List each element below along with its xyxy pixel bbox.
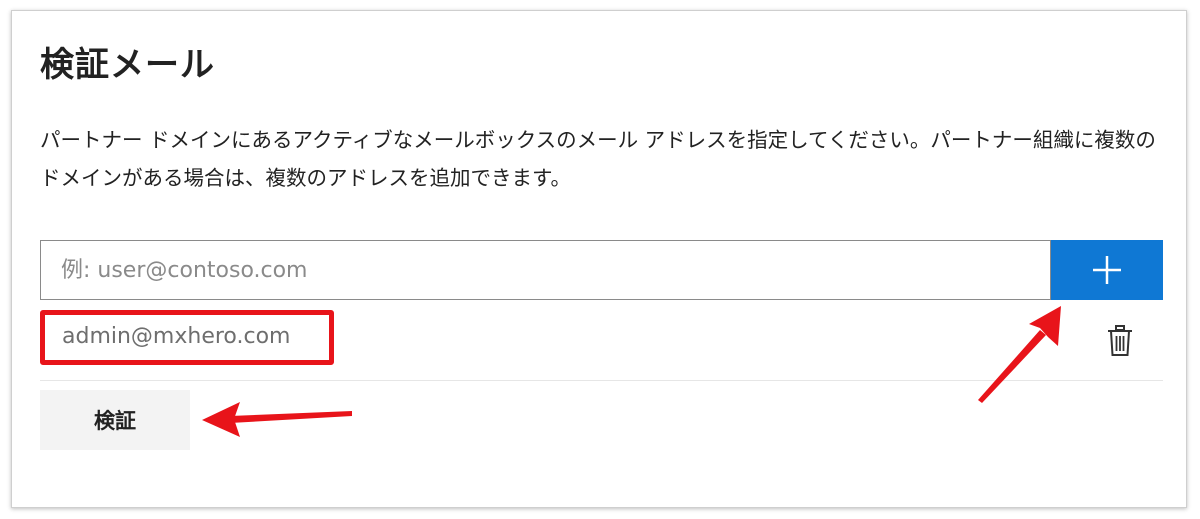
trash-icon	[1108, 325, 1132, 356]
add-email-button[interactable]	[1051, 240, 1163, 300]
verification-email-card: 検証メール パートナー ドメインにあるアクティブなメールボックスのメール アドレ…	[11, 10, 1187, 508]
delete-email-button[interactable]	[1104, 323, 1136, 359]
email-address: admin@mxhero.com	[62, 324, 291, 349]
email-input[interactable]	[40, 240, 1051, 300]
section-title: 検証メール	[40, 45, 215, 85]
plus-icon	[1093, 256, 1121, 284]
section-description: パートナー ドメインにあるアクティブなメールボックスのメール アドレスを指定して…	[40, 128, 1156, 190]
verify-button[interactable]: 検証	[40, 390, 190, 450]
email-list-item: admin@mxhero.com	[40, 310, 1163, 381]
